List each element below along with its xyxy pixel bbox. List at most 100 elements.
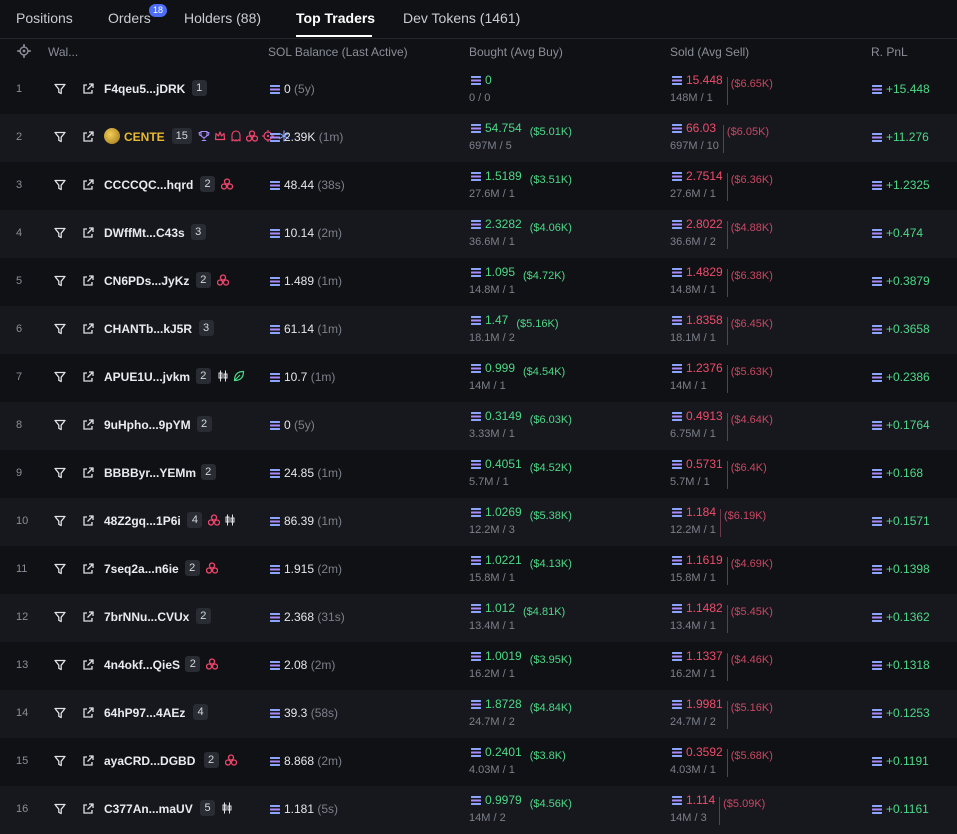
wallet-address[interactable]: CENTE — [124, 130, 165, 144]
bought-column-header[interactable]: Bought (Avg Buy) — [469, 45, 563, 59]
external-link-icon[interactable] — [82, 803, 94, 815]
wallet-address[interactable]: CN6PDs...JyKz — [104, 274, 189, 288]
tab-top-traders[interactable]: Top Traders — [296, 10, 375, 26]
sold-amount: 1.9981 — [686, 697, 723, 711]
realized-pnl: +0.1571 — [886, 514, 930, 528]
wallet-address[interactable]: 9uHpho...9pYM — [104, 418, 191, 432]
last-active: (5y) — [294, 82, 315, 96]
filter-icon[interactable] — [54, 755, 66, 767]
wallet-address[interactable]: CHANTb...kJ5R — [104, 322, 192, 336]
tab-dev-tokens[interactable]: Dev Tokens (1461) — [403, 10, 520, 26]
external-link-icon[interactable] — [82, 419, 94, 431]
table-row[interactable]: 9 BBBByr...YEMm 2 24.85 (1m) 0.4051 ($4.52K) 5… — [0, 450, 957, 498]
sold-avg-usd: ($6.38K) — [730, 270, 773, 282]
table-row[interactable]: 2 CENTE 15 2.39K (1m) 54.754 ($5.01K) 697M / 5… — [0, 114, 957, 162]
wallet-address[interactable]: 7brNNu...CVUx — [104, 610, 189, 624]
external-link-icon[interactable] — [82, 467, 94, 479]
wallet-address[interactable]: CCCCQC...hqrd — [104, 178, 193, 192]
filter-icon[interactable] — [54, 515, 66, 527]
tab-positions[interactable]: Positions — [16, 10, 73, 26]
external-link-icon[interactable] — [82, 563, 94, 575]
external-link-icon[interactable] — [82, 371, 94, 383]
external-link-icon[interactable] — [82, 707, 94, 719]
wallet-address[interactable]: DWffMt...C43s — [104, 226, 185, 240]
table-row[interactable]: 8 9uHpho...9pYM 2 0 (5y) 0.3149 ($6.03K) 3.33M… — [0, 402, 957, 450]
sol-icon — [270, 709, 280, 718]
tab-holders[interactable]: Holders (88) — [184, 10, 261, 26]
gear-icon[interactable] — [17, 44, 31, 58]
rank: 8 — [16, 419, 23, 431]
sold-column-header[interactable]: Sold (Avg Sell) — [670, 45, 749, 59]
cluster-icon — [216, 274, 229, 286]
external-link-icon[interactable] — [82, 611, 94, 623]
external-link-icon[interactable] — [82, 227, 94, 239]
wallet-address[interactable]: ayaCRD...DGBD — [104, 754, 195, 768]
table-row[interactable]: 15 ayaCRD...DGBD 2 8.868 (2m) 0.2401 ($3.8K) 4… — [0, 738, 957, 786]
table-row[interactable]: 4 DWffMt...C43s 3 10.14 (2m) 2.3282 ($4.06K) 3… — [0, 210, 957, 258]
wallet-address[interactable]: 48Z2gq...1P6i — [104, 514, 181, 528]
table-row[interactable]: 5 CN6PDs...JyKz 2 1.489 (1m) 1.095 ($4.72K) 14… — [0, 258, 957, 306]
wallet-address[interactable]: 4n4okf...QieS — [104, 658, 180, 672]
external-link-icon[interactable] — [82, 83, 94, 95]
table-row[interactable]: 7 APUE1U...jvkm 2 10.7 (1m) 0.999 ($4.54K) 14M… — [0, 354, 957, 402]
external-link-icon[interactable] — [82, 755, 94, 767]
filter-icon[interactable] — [54, 323, 66, 335]
sol-balance-column-header[interactable]: SOL Balance (Last Active) — [268, 45, 408, 59]
filter-icon[interactable] — [54, 227, 66, 239]
filter-icon[interactable] — [54, 563, 66, 575]
filter-icon[interactable] — [54, 419, 66, 431]
tab-orders[interactable]: Orders — [108, 10, 151, 26]
wallet-count-badge: 2 — [195, 368, 211, 384]
wallet-address[interactable]: 64hP97...4AEz — [104, 706, 185, 720]
sold-amount: 1.1619 — [686, 553, 723, 567]
last-active: (2m) — [310, 658, 336, 672]
external-link-icon[interactable] — [82, 131, 94, 143]
table-row[interactable]: 6 CHANTb...kJ5R 3 61.14 (1m) 1.47 ($5.16K) 18.… — [0, 306, 957, 354]
wallet-address[interactable]: 7seq2a...n6ie — [104, 562, 179, 576]
sold-volume: 4.03M / 1 — [670, 764, 716, 776]
sol-icon — [471, 76, 481, 85]
wallet-count-badge: 3 — [190, 224, 206, 240]
wallet-address[interactable]: F4qeu5...jDRK — [104, 82, 185, 96]
table-row[interactable]: 16 C377An...maUV 5 1.181 (5s) 0.9979 ($4.56K)… — [0, 786, 957, 834]
cluster-icon — [205, 562, 218, 574]
bought-avg-usd: ($4.06K) — [529, 222, 572, 234]
realized-pnl: +15.448 — [886, 82, 930, 96]
filter-icon[interactable] — [54, 467, 66, 479]
table-row[interactable]: 13 4n4okf...QieS 2 2.08 (2m) 1.0019 ($3.95K) 1… — [0, 642, 957, 690]
filter-icon[interactable] — [54, 803, 66, 815]
wallet-count-badge: 2 — [203, 752, 219, 768]
sol-icon — [270, 757, 280, 766]
external-link-icon[interactable] — [82, 179, 94, 191]
filter-icon[interactable] — [54, 83, 66, 95]
filter-icon[interactable] — [54, 659, 66, 671]
realized-pnl: +0.1253 — [886, 706, 930, 720]
wallet-address[interactable]: BBBByr...YEMm — [104, 466, 196, 480]
realized-pnl: +0.2386 — [886, 370, 930, 384]
bought-amount: 0.9979 — [485, 793, 522, 807]
table-row[interactable]: 3 CCCCQC...hqrd 2 48.44 (38s) 1.5189 ($3.51K)… — [0, 162, 957, 210]
filter-icon[interactable] — [54, 179, 66, 191]
external-link-icon[interactable] — [82, 323, 94, 335]
wallet-address[interactable]: APUE1U...jvkm — [104, 370, 190, 384]
table-row[interactable]: 1 F4qeu5...jDRK 1 0 (5y) 0 0 / 0 15.448 148M / … — [0, 66, 957, 114]
filter-icon[interactable] — [54, 611, 66, 623]
external-link-icon[interactable] — [82, 515, 94, 527]
external-link-icon[interactable] — [82, 659, 94, 671]
rank: 12 — [16, 611, 29, 623]
sol-icon — [672, 460, 682, 469]
wallet-column-header[interactable]: Wal... — [48, 45, 78, 59]
filter-icon[interactable] — [54, 371, 66, 383]
pnl-column-header[interactable]: R. PnL — [871, 45, 908, 59]
table-row[interactable]: 12 7brNNu...CVUx 2 2.368 (31s) 1.012 ($4.81K)… — [0, 594, 957, 642]
filter-icon[interactable] — [54, 131, 66, 143]
table-row[interactable]: 11 7seq2a...n6ie 2 1.915 (2m) 1.0221 ($4.13K)… — [0, 546, 957, 594]
table-row[interactable]: 10 48Z2gq...1P6i 4 86.39 (1m) 1.0269 ($5.38K)… — [0, 498, 957, 546]
filter-icon[interactable] — [54, 707, 66, 719]
rank: 4 — [16, 227, 23, 239]
external-link-icon[interactable] — [82, 275, 94, 287]
table-row[interactable]: 14 64hP97...4AEz 4 39.3 (58s) 1.8728 ($4.84K)… — [0, 690, 957, 738]
sol-icon — [270, 613, 280, 622]
filter-icon[interactable] — [54, 275, 66, 287]
wallet-address[interactable]: C377An...maUV — [104, 802, 193, 816]
